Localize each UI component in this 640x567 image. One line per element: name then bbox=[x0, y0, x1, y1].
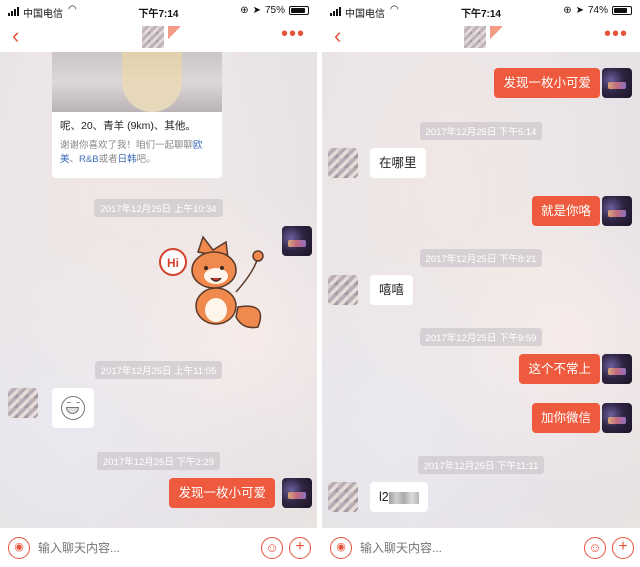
status-right: ⊕ ➤ 75% bbox=[240, 5, 309, 16]
timestamp: 2017年12月25日 上午11:05 bbox=[0, 361, 317, 379]
voice-icon[interactable]: ◉ bbox=[330, 537, 352, 559]
contact-badge bbox=[490, 26, 502, 40]
battery-percent: 74% bbox=[587, 5, 608, 16]
chat-header: ‹ ••• bbox=[0, 22, 317, 52]
message-in[interactable]: 在哪里 bbox=[370, 148, 426, 178]
contact-badge bbox=[168, 26, 180, 40]
battery-percent: 75% bbox=[264, 5, 285, 16]
message-in[interactable]: l2 bbox=[370, 482, 428, 512]
timestamp: 2017年12月25日 下午5:14 bbox=[322, 122, 640, 140]
my-avatar[interactable] bbox=[602, 68, 632, 98]
my-avatar[interactable] bbox=[602, 196, 632, 226]
battery-icon bbox=[612, 6, 632, 15]
message-out[interactable]: 这个不常上 bbox=[519, 354, 600, 384]
grin-emoji-icon bbox=[61, 396, 85, 420]
my-avatar[interactable] bbox=[602, 354, 632, 384]
more-dots-icon[interactable]: ••• bbox=[604, 23, 628, 45]
plus-icon[interactable]: + bbox=[289, 537, 311, 559]
emoji-message[interactable] bbox=[52, 388, 94, 428]
message-out[interactable]: 发现一枚小可爱 bbox=[494, 68, 600, 98]
chat-input[interactable] bbox=[38, 536, 218, 560]
composer-bar: ◉ ☺ + bbox=[322, 527, 640, 567]
composer-bar: ◉ ☺ + bbox=[0, 527, 317, 567]
my-avatar[interactable] bbox=[602, 403, 632, 433]
timestamp: 2017年12月25日 下午11:11 bbox=[322, 456, 640, 474]
chat-header: ‹ ••• bbox=[322, 22, 640, 52]
contact-avatar[interactable] bbox=[328, 275, 358, 305]
location-icon: ➤ bbox=[252, 5, 261, 16]
more-dots-icon[interactable]: ••• bbox=[281, 23, 305, 45]
timestamp: 2017年12月25日 下午8:21 bbox=[322, 249, 640, 267]
lock-rotation-icon: ⊕ bbox=[240, 5, 249, 16]
status-bar: 中国电信 ◠ 下午7:14 ⊕ ➤ 75% bbox=[0, 0, 317, 22]
timestamp: 2017年12月25日 下午2:29 bbox=[0, 452, 317, 470]
sticker-hi-text: Hi bbox=[167, 256, 179, 270]
fox-sticker[interactable]: Hi bbox=[158, 232, 278, 332]
timestamp: 2017年12月25日 上午10:34 bbox=[0, 199, 317, 217]
my-avatar[interactable] bbox=[282, 478, 312, 508]
message-out[interactable]: 就是你咯 bbox=[531, 196, 600, 226]
contact-avatar[interactable] bbox=[8, 388, 38, 418]
profile-photo bbox=[52, 52, 222, 112]
message-out[interactable]: 加你微信 bbox=[531, 403, 600, 433]
emoji-icon[interactable]: ☺ bbox=[261, 537, 283, 559]
chat-screen-left: 中国电信 ◠ 下午7:14 ⊕ ➤ 75% ‹ ••• 呢、20、青羊 (9km… bbox=[0, 0, 317, 567]
contact-avatar[interactable] bbox=[142, 26, 164, 48]
emoji-icon[interactable]: ☺ bbox=[584, 537, 606, 559]
profile-greeting: 谢谢你喜欢了我！咱们一起聊聊欧美、R&B或者日韩吧。 bbox=[60, 140, 203, 165]
profile-info: 呢、20、青羊 (9km)、其他。 bbox=[60, 120, 196, 132]
plus-icon[interactable]: + bbox=[612, 537, 634, 559]
battery-icon bbox=[289, 6, 309, 15]
voice-icon[interactable]: ◉ bbox=[8, 537, 30, 559]
my-avatar[interactable] bbox=[282, 226, 312, 256]
contact-avatar[interactable] bbox=[328, 148, 358, 178]
contact-avatar[interactable] bbox=[328, 482, 358, 512]
message-out[interactable]: 发现一枚小可爱 bbox=[169, 478, 275, 508]
timestamp: 2017年12月25日 下午9:59 bbox=[322, 328, 640, 346]
status-right: ⊕ ➤ 74% bbox=[563, 5, 632, 16]
message-in[interactable]: 嘻嘻 bbox=[370, 275, 414, 305]
back-chevron-icon[interactable]: ‹ bbox=[334, 25, 341, 47]
lock-rotation-icon: ⊕ bbox=[563, 5, 572, 16]
back-chevron-icon[interactable]: ‹ bbox=[12, 25, 19, 47]
location-icon: ➤ bbox=[575, 5, 584, 16]
profile-card[interactable]: 呢、20、青羊 (9km)、其他。 谢谢你喜欢了我！咱们一起聊聊欧美、R&B或者… bbox=[52, 52, 222, 178]
chat-screen-right: 中国电信 ◠ 下午7:14 ⊕ ➤ 74% ‹ ••• 发现一枚小可爱 2017… bbox=[322, 0, 640, 567]
status-bar: 中国电信 ◠ 下午7:14 ⊕ ➤ 74% bbox=[322, 0, 640, 22]
contact-avatar[interactable] bbox=[464, 26, 486, 48]
chat-input[interactable] bbox=[360, 536, 540, 560]
blurred-text bbox=[388, 491, 419, 504]
